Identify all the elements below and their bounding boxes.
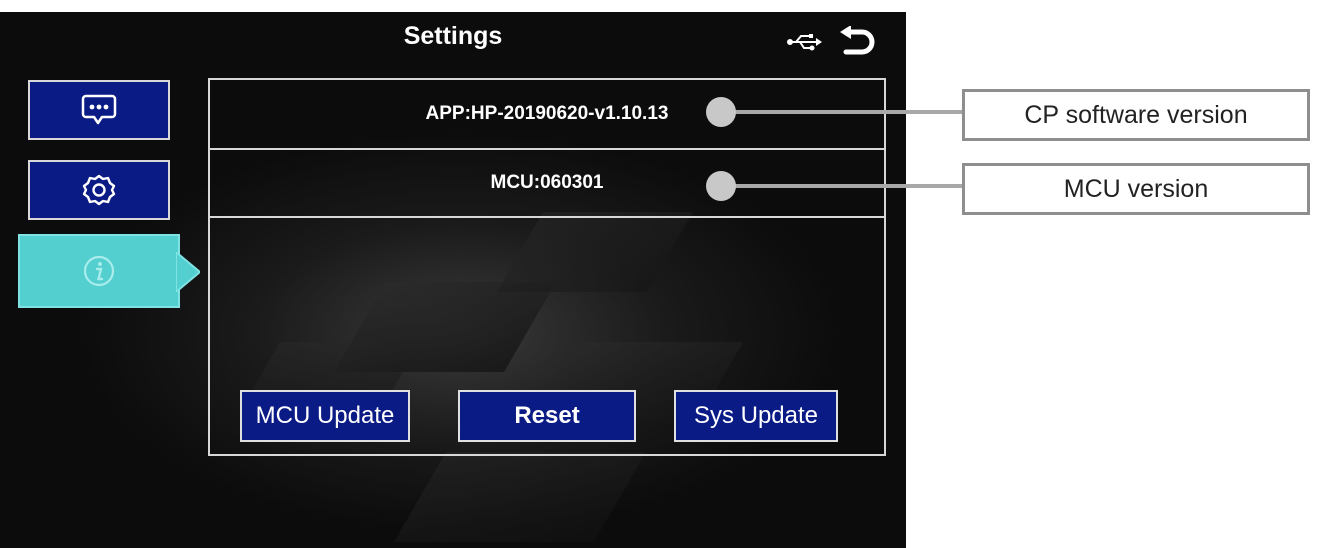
sidebar-item-info[interactable] <box>18 234 180 308</box>
callout-connector <box>722 110 962 114</box>
mcu-version-text: MCU:060301 <box>490 172 604 193</box>
app-version-row: APP:HP-20190620-v1.10.13 <box>210 80 884 150</box>
callout-cp-software-version: CP software version <box>962 89 1310 141</box>
app-version-text: APP:HP-20190620-v1.10.13 <box>425 103 669 124</box>
sidebar-item-messages[interactable] <box>28 80 170 140</box>
callout-dot <box>706 171 736 201</box>
device-screen: Settings APP:HP-20190620-v1.10.13 MCU:06… <box>0 12 906 548</box>
page-title: Settings <box>403 22 503 50</box>
active-indicator-arrow <box>176 252 200 292</box>
callout-dot <box>706 97 736 127</box>
sidebar-item-settings[interactable] <box>28 160 170 220</box>
mcu-update-button[interactable]: MCU Update <box>240 390 410 442</box>
chat-bubble-icon <box>81 94 117 125</box>
info-icon <box>83 255 115 287</box>
usb-icon <box>787 34 822 51</box>
reset-button[interactable]: Reset <box>458 390 636 442</box>
callout-connector <box>722 184 962 188</box>
status-bar: Settings <box>0 12 906 78</box>
gear-icon <box>82 174 116 206</box>
background-tile <box>394 452 646 542</box>
sys-update-button[interactable]: Sys Update <box>674 390 838 442</box>
callout-mcu-version: MCU version <box>962 163 1310 215</box>
back-arrow-icon[interactable] <box>838 26 878 60</box>
